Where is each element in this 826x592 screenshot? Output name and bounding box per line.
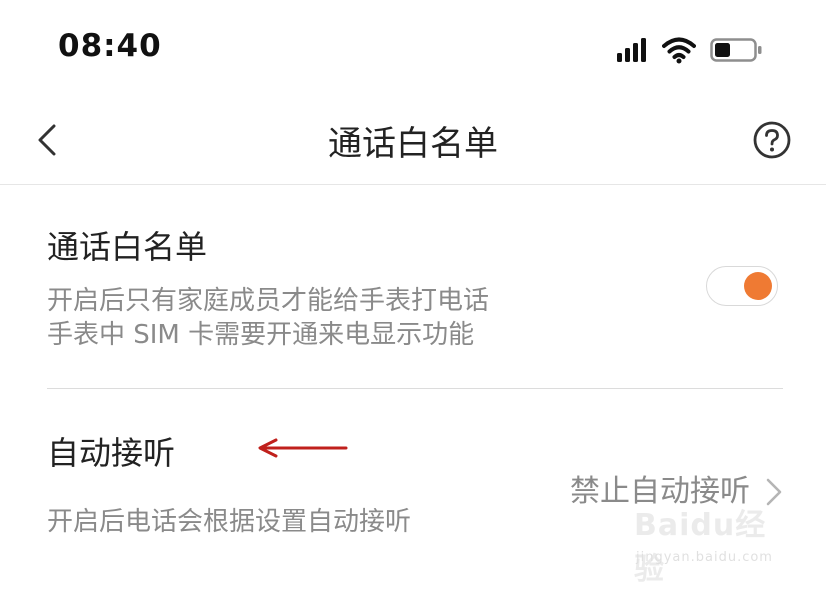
watermark-logo-text: Baidu经验 [634, 508, 767, 587]
help-button[interactable] [752, 120, 792, 160]
wifi-icon [662, 37, 696, 64]
whitelist-toggle[interactable] [706, 266, 778, 306]
status-bar: 08:40 [0, 0, 826, 96]
question-circle-icon [753, 121, 791, 159]
watermark-url: jingyan.baidu.com [636, 550, 773, 565]
whitelist-desc-line2: 手表中 SIM 卡需要开通来电显示功能 [47, 320, 475, 350]
baidu-watermark: Baidu经验 jingyan.baidu.com [632, 498, 792, 587]
whitelist-description: 开启后只有家庭成员才能给手表打电话 手表中 SIM 卡需要开通来电显示功能 [47, 284, 489, 352]
whitelist-title: 通话白名单 [47, 228, 208, 266]
divider [47, 388, 783, 389]
cellular-signal-icon [617, 38, 646, 62]
auto-answer-title: 自动接听 [47, 434, 176, 472]
auto-answer-description: 开启后电话会根据设置自动接听 [47, 507, 412, 537]
nav-bar: 通话白名单 [0, 96, 826, 185]
status-time: 08:40 [58, 28, 162, 64]
battery-icon [710, 38, 762, 62]
screen: 08:40 通话白名单 通话白名单 开启后只有家庭成员才能给手表打电话 手表中 … [0, 0, 826, 592]
annotation-arrow [258, 438, 348, 458]
page-title: 通话白名单 [328, 124, 498, 164]
whitelist-desc-line1: 开启后只有家庭成员才能给手表打电话 [47, 286, 490, 316]
toggle-knob [744, 272, 772, 300]
